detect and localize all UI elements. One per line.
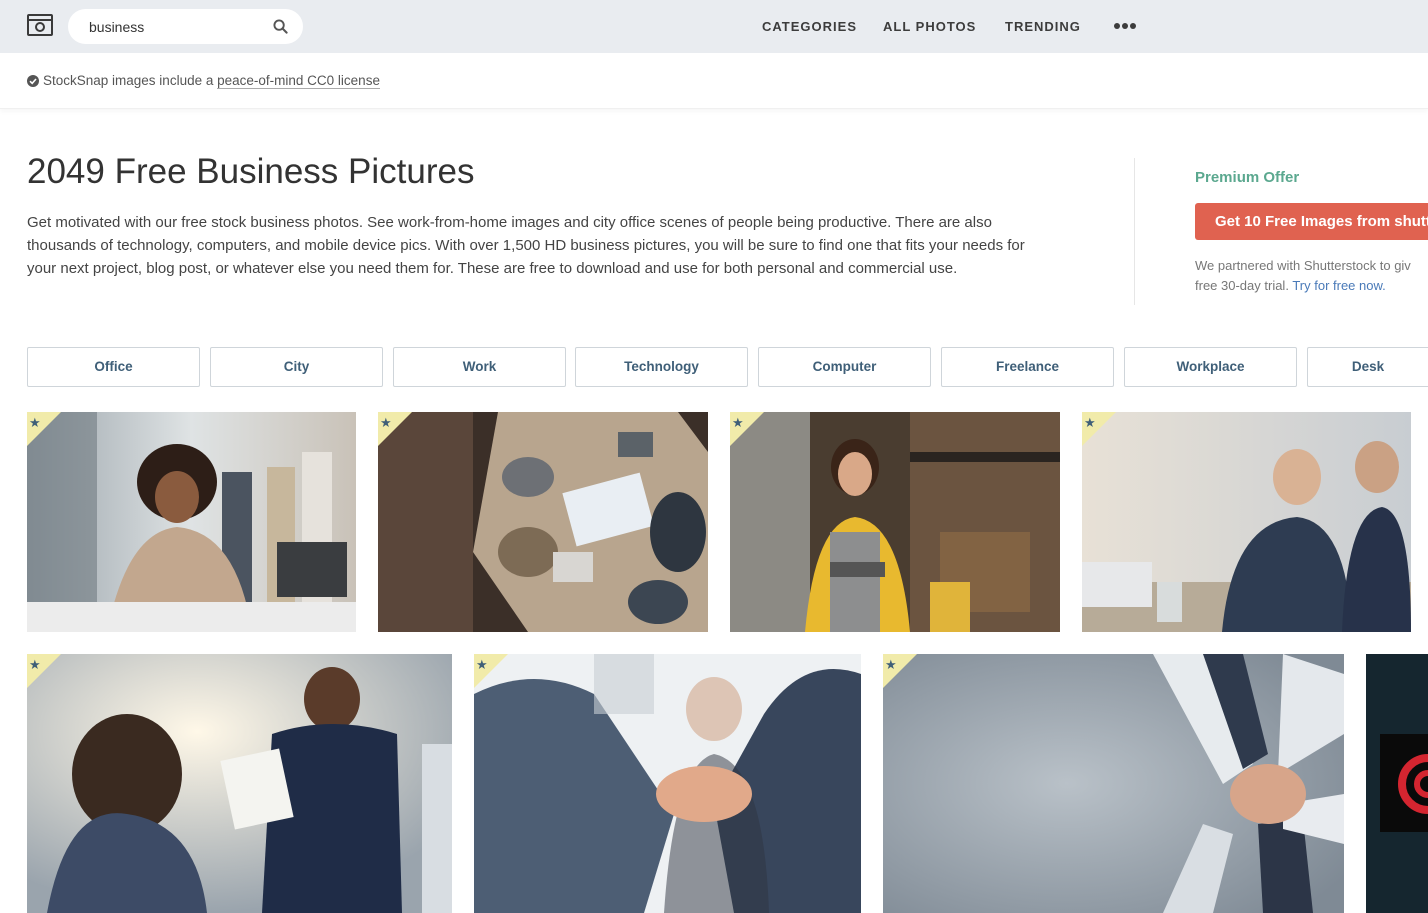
photo-image <box>1366 654 1428 913</box>
premium-note-line1: We partnered with Shutterstock to giv <box>1195 258 1411 273</box>
tag-desk[interactable]: Desk <box>1307 347 1428 387</box>
photo-team-hands-stacked[interactable]: ★ <box>883 654 1344 913</box>
divider <box>1134 158 1135 305</box>
license-link[interactable]: peace-of-mind CC0 license <box>217 73 380 89</box>
nav-all-photos[interactable]: ALL PHOTOS <box>883 19 976 34</box>
photo-image <box>378 412 708 632</box>
more-dots-icon[interactable] <box>1113 22 1137 30</box>
star-icon: ★ <box>380 415 392 430</box>
try-free-link[interactable]: Try for free now. <box>1292 278 1385 293</box>
photo-image <box>27 654 452 913</box>
photo-cafe-owner-tablet[interactable]: ★ <box>730 412 1060 632</box>
star-icon: ★ <box>29 657 41 672</box>
shutterstock-offer-button[interactable]: Get 10 Free Images from shutt <box>1195 203 1428 240</box>
tag-technology[interactable]: Technology <box>575 347 748 387</box>
photo-team-meeting-overhead[interactable]: ★ <box>378 412 708 632</box>
license-text: StockSnap images include a peace-of-mind… <box>43 73 380 89</box>
photo-image <box>474 654 861 913</box>
search-input[interactable]: business <box>89 19 144 35</box>
photo-image <box>1082 412 1411 632</box>
check-circle-icon <box>27 75 39 87</box>
tag-work[interactable]: Work <box>393 347 566 387</box>
star-icon: ★ <box>1084 415 1096 430</box>
premium-offer-title: Premium Offer <box>1195 169 1300 186</box>
tag-computer[interactable]: Computer <box>758 347 931 387</box>
tag-freelance[interactable]: Freelance <box>941 347 1114 387</box>
tag-office[interactable]: Office <box>27 347 200 387</box>
photo-image <box>730 412 1060 632</box>
page-description: Get motivated with our free stock busine… <box>27 214 1025 277</box>
tag-city[interactable]: City <box>210 347 383 387</box>
photo-office-team-conversation[interactable]: ★ <box>27 654 452 913</box>
camera-logo-icon[interactable] <box>27 14 53 36</box>
license-prefix: StockSnap images include a <box>43 73 214 88</box>
star-icon: ★ <box>476 657 488 672</box>
photo-dark-target-graphic[interactable] <box>1366 654 1428 913</box>
page-title: 2049 Free Business Pictures <box>27 152 475 191</box>
top-navigation-bar: business CATEGORIES ALL PHOTOS TRENDING <box>0 0 1428 53</box>
star-icon: ★ <box>29 415 41 430</box>
tag-workplace[interactable]: Workplace <box>1124 347 1297 387</box>
premium-offer-note: We partnered with Shutterstock to giv fr… <box>1195 256 1428 296</box>
photo-image <box>883 654 1344 913</box>
star-icon: ★ <box>732 415 744 430</box>
search-box[interactable]: business <box>68 9 303 44</box>
photo-woman-laptop-office[interactable]: ★ <box>27 412 356 632</box>
nav-categories[interactable]: CATEGORIES <box>762 19 857 34</box>
premium-note-line2: free 30-day trial. <box>1195 278 1289 293</box>
photo-business-handshake[interactable]: ★ <box>474 654 861 913</box>
nav-trending[interactable]: TRENDING <box>1005 19 1081 34</box>
search-icon[interactable] <box>273 19 288 34</box>
photo-image <box>27 412 356 632</box>
star-icon: ★ <box>885 657 897 672</box>
license-bar: StockSnap images include a peace-of-mind… <box>0 53 1428 109</box>
photo-businessmen-discussing[interactable]: ★ <box>1082 412 1411 632</box>
